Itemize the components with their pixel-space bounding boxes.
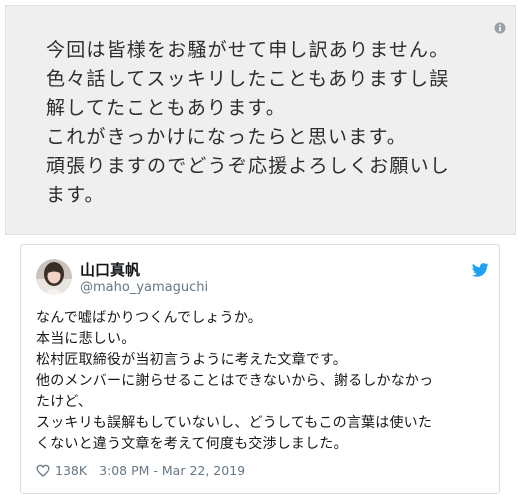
tweet-text: なんで嘘ばかりつくんでしょうか。 本当に悲しい。 松村匠取締役が当初言うように考… [36,308,433,455]
display-name[interactable]: 山口真帆 [80,259,140,280]
twitter-bird-icon[interactable] [472,263,489,277]
tweet-card[interactable]: 山口真帆 @maho_yamaguchi なんで嘘ばかりつくんでしょうか。 本当… [20,244,500,494]
statement-block: 今回は皆様をお騒がせて申し訳ありません。 色々話してスッキリしたこともありますし… [5,5,516,235]
tweet-timestamp[interactable]: 3:08 PM - Mar 22, 2019 [99,463,245,478]
statement-line: 今回は皆様をお騒がせて申し訳ありません。 [46,39,450,61]
tweet-line: スッキリも誤解もしていないし、どうしてもこの言葉は使いた [36,415,433,431]
statement-line: ます。 [46,184,105,206]
like-count[interactable]: 138K [55,463,87,478]
tweet-line: たけど、 [36,394,93,410]
statement-line: 頑張りますのでどうぞ応援よろしくお願いし [46,155,451,177]
tweet-line: 他のメンバーに謝らせることはできないから、謝るしかなかっ [36,373,434,389]
page: 今回は皆様をお騒がせて申し訳ありません。 色々話してスッキリしたこともありますし… [0,0,521,499]
tweet-line: 本当に悲しい。 [36,331,136,347]
avatar[interactable] [36,259,72,295]
heart-icon[interactable] [36,464,50,477]
statement-text: 今回は皆様をお騒がせて申し訳ありません。 色々話してスッキリしたこともありますし… [46,36,450,210]
tweet-line: なんで嘘ばかりつくんでしょうか。 [36,310,262,326]
statement-line: 解してたこともあります。 [46,97,286,119]
statement-line: これがきっかけになったらと思います。 [46,126,407,148]
tweet-line: 松村匠取締役が当初言うように考えた文章です。 [36,352,347,368]
info-icon[interactable] [494,22,506,34]
user-handle[interactable]: @maho_yamaguchi [80,280,208,295]
tweet-line: くないと違う文章を考えて何度も交渉しました。 [36,436,348,452]
statement-line: 色々話してスッキリしたこともありますし誤 [46,68,450,90]
tweet-footer: 138K 3:08 PM - Mar 22, 2019 [36,463,245,478]
